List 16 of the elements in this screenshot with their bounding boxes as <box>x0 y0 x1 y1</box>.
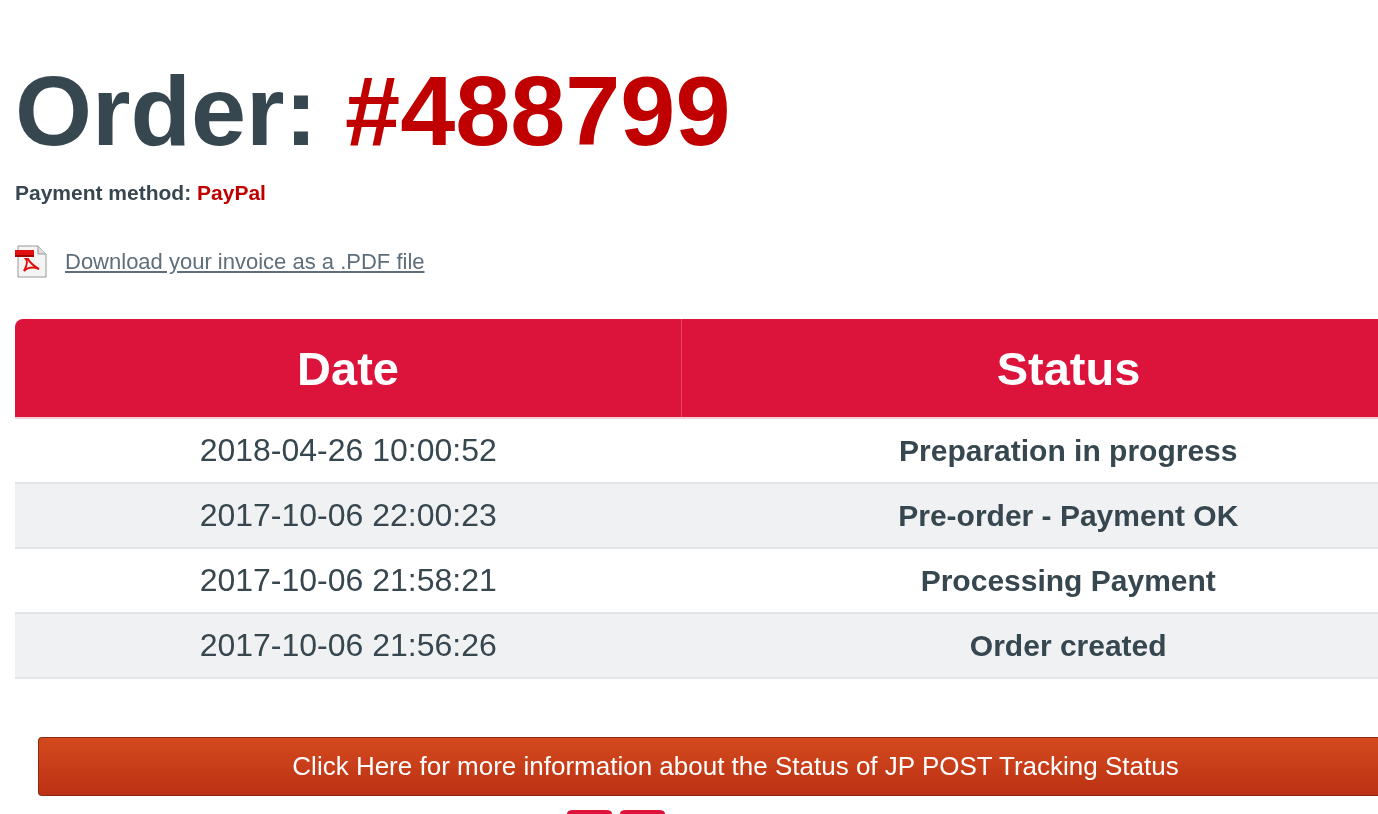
payment-method: Payment method: PayPal <box>15 181 266 204</box>
column-header: Status <box>681 319 1378 418</box>
column-header: Date <box>15 319 682 418</box>
table-cell: Pre-order - Payment OK <box>681 483 1378 548</box>
table-cell: 2018-04-26 10:00:52 <box>15 418 682 483</box>
invoice-download-link[interactable]: Download your invoice as a .PDF file <box>65 248 425 275</box>
pdf-file-icon <box>15 245 47 278</box>
order-title: Order: #488799 <box>15 61 731 161</box>
table-cell: Preparation in progress <box>681 418 1378 483</box>
table-cell: Order created <box>681 613 1378 678</box>
tracking-info-button[interactable]: Click Here for more information about the Status of JP POST Tracking Status <box>38 737 1378 796</box>
table-cell: 2017-10-06 22:00:23 <box>15 483 682 548</box>
table-cell: Processing Payment <box>681 548 1378 613</box>
cut-off-icon <box>567 810 665 814</box>
table-cell: 2017-10-06 21:56:26 <box>15 613 682 678</box>
table-cell: 2017-10-06 21:58:21 <box>15 548 682 613</box>
